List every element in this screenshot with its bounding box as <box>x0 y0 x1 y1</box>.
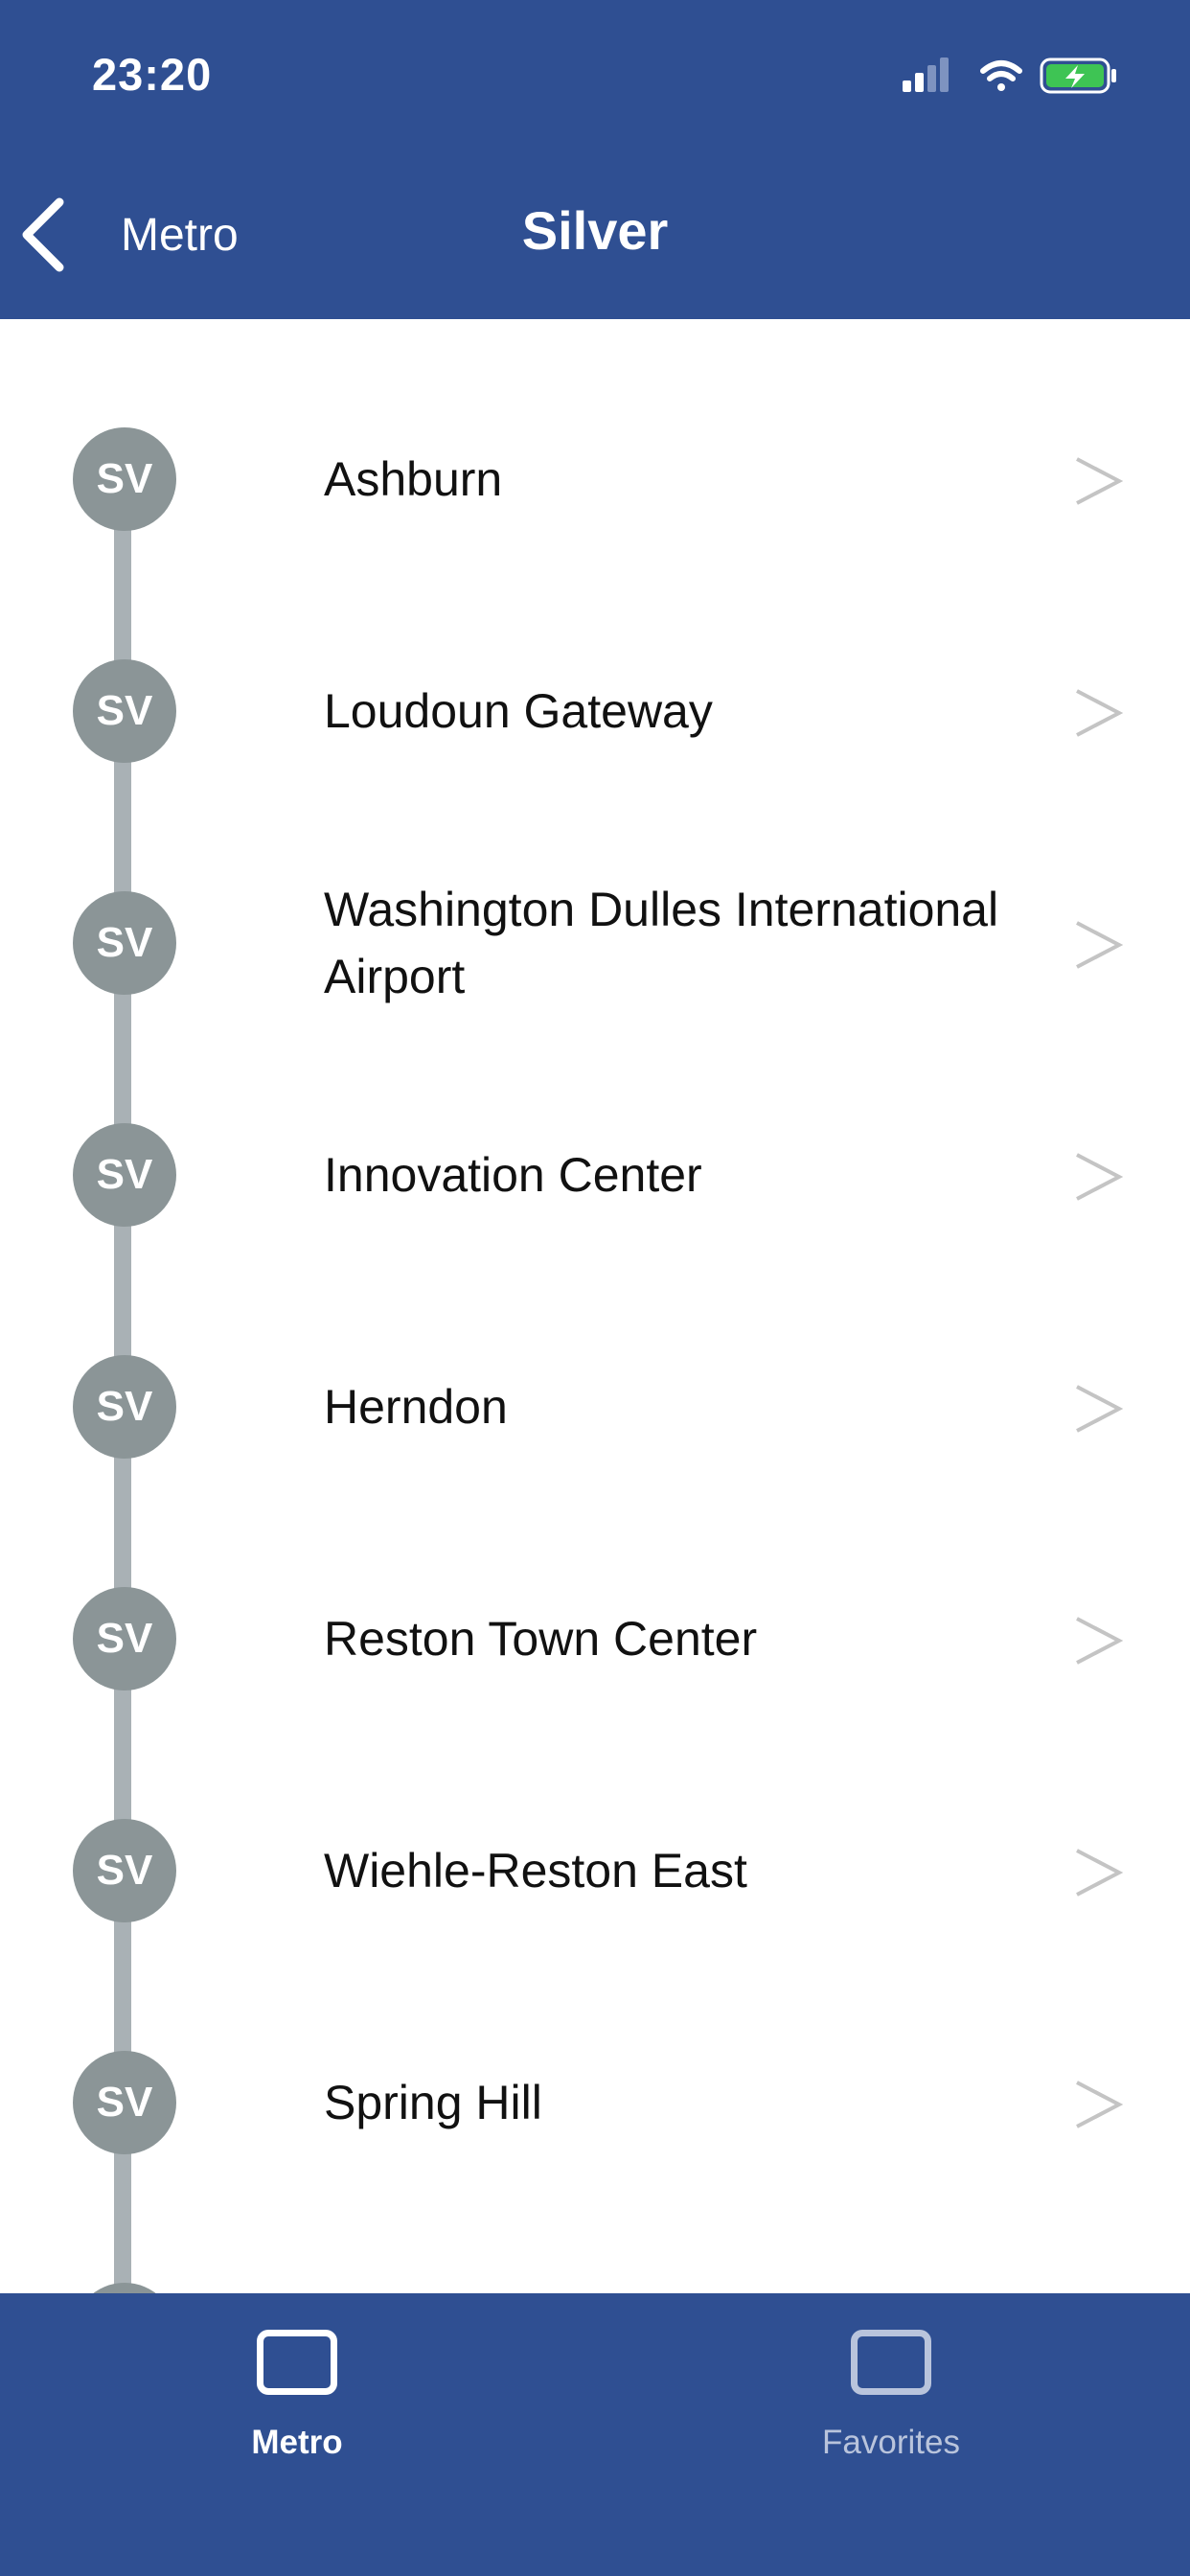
station-row[interactable]: SV Innovation Center <box>0 1059 1190 1291</box>
line-badge-partial <box>73 2283 176 2293</box>
chevron-right-icon <box>1076 1617 1123 1665</box>
battery-charging-icon <box>1040 58 1116 94</box>
station-name: Washington Dulles International Airport <box>324 883 999 1003</box>
favorites-tab-icon <box>851 2330 931 2395</box>
line-badge: SV <box>73 1355 176 1459</box>
page-title-text: Silver <box>521 200 669 261</box>
tab-favorites-label: Favorites <box>822 2424 960 2461</box>
metro-tab-icon <box>257 2330 337 2395</box>
station-name: Reston Town Center <box>324 1612 758 1666</box>
line-badge: SV <box>73 1123 176 1227</box>
chevron-right-icon <box>1076 921 1123 969</box>
station-name: Loudoun Gateway <box>324 684 713 738</box>
chevron-right-icon <box>1076 457 1123 505</box>
navigation-header: 23:20 Metro Silver <box>0 0 1190 319</box>
screen: 23:20 Metro Silver SV Ashburn SV Loudoun… <box>0 0 1190 2576</box>
station-name: Ashburn <box>324 452 503 506</box>
page-title: Silver <box>0 199 1190 262</box>
station-row[interactable]: SV Ashburn <box>0 363 1190 595</box>
line-badge: SV <box>73 891 176 995</box>
line-badge: SV <box>73 1819 176 1922</box>
line-badge: SV <box>73 1587 176 1690</box>
chevron-right-icon <box>1076 1849 1123 1897</box>
status-time: 23:20 <box>92 49 213 100</box>
status-icons <box>903 58 1116 94</box>
station-name: Innovation Center <box>324 1148 702 1202</box>
tab-metro[interactable]: Metro <box>153 2311 441 2483</box>
station-name: Wiehle-Reston East <box>324 1844 747 1898</box>
line-badge: SV <box>73 427 176 531</box>
chevron-right-icon <box>1076 689 1123 737</box>
station-row[interactable]: SV Spring Hill <box>0 1987 1190 2219</box>
station-name: Herndon <box>324 1380 508 1434</box>
chevron-right-icon <box>1076 1385 1123 1433</box>
chevron-right-icon <box>1076 2081 1123 2128</box>
station-list[interactable]: SV Ashburn SV Loudoun Gateway SV Washington D… <box>0 319 1190 2293</box>
station-row[interactable]: SV Herndon <box>0 1291 1190 1523</box>
station-row[interactable]: SV Washington Dulles International Airpor… <box>0 827 1190 1059</box>
chevron-right-icon <box>1076 1153 1123 1201</box>
station-row[interactable]: SV Wiehle-Reston East <box>0 1755 1190 1987</box>
tab-favorites[interactable]: Favorites <box>747 2311 1035 2483</box>
tab-metro-label: Metro <box>251 2424 343 2461</box>
tab-bar: Metro Favorites <box>0 2293 1190 2576</box>
station-row[interactable]: SV Loudoun Gateway <box>0 595 1190 827</box>
cellular-signal-icon <box>903 58 949 92</box>
line-badge: SV <box>73 659 176 763</box>
line-badge: SV <box>73 2051 176 2154</box>
wifi-icon <box>980 60 1022 91</box>
station-row[interactable]: SV Reston Town Center <box>0 1523 1190 1755</box>
station-name: Spring Hill <box>324 2076 542 2129</box>
